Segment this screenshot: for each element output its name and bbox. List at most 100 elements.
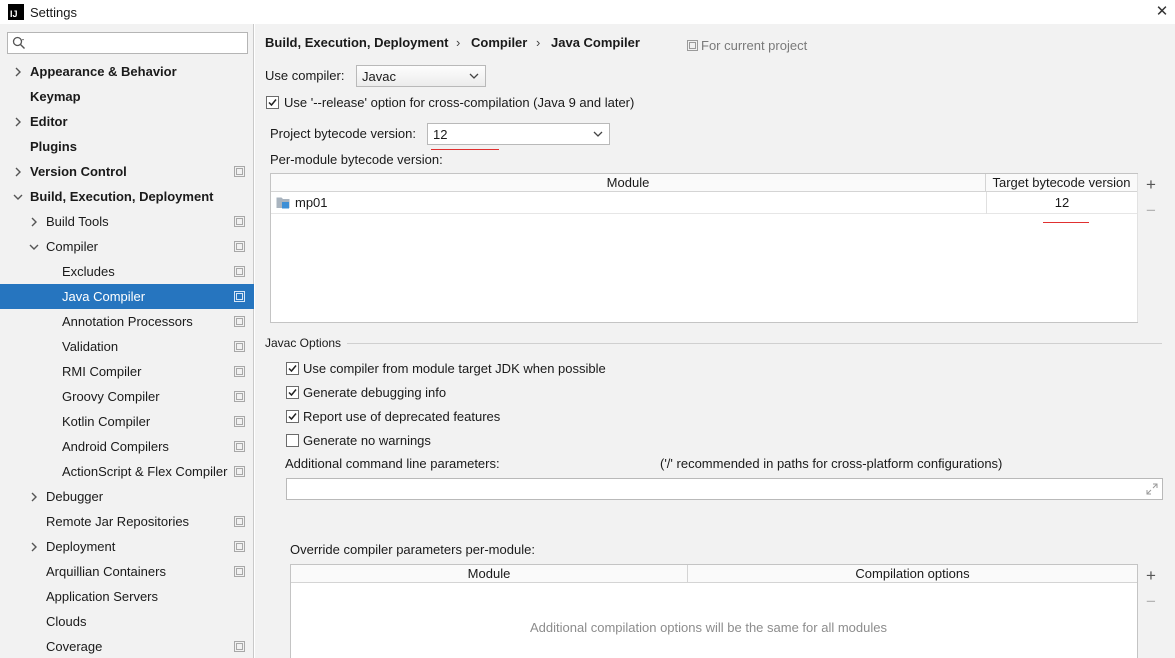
sidebar-item-arquillian-containers[interactable]: Arquillian Containers: [0, 559, 254, 584]
sidebar-item-editor[interactable]: Editor: [0, 109, 254, 134]
report-use-of-deprecated-features-checkbox[interactable]: [286, 410, 299, 423]
sidebar-item-label: RMI Compiler: [62, 364, 142, 379]
chevron-down-icon: [593, 131, 603, 137]
sidebar-item-kotlin-compiler[interactable]: Kotlin Compiler: [0, 409, 254, 434]
report-use-of-deprecated-features-label: Report use of deprecated features: [303, 409, 501, 424]
expand-icon[interactable]: [1146, 483, 1158, 495]
project-scope-icon: [234, 341, 245, 352]
column-header-target-bytecode[interactable]: Target bytecode version: [986, 174, 1137, 192]
sidebar-item-version-control[interactable]: Version Control: [0, 159, 254, 184]
use-compiler-dropdown[interactable]: Javac: [356, 65, 486, 87]
sidebar-item-label: Annotation Processors: [62, 314, 193, 329]
add-module-bytecode-button[interactable]: +: [1140, 175, 1162, 195]
close-icon[interactable]: ✕: [1153, 2, 1171, 20]
sidebar-item-actionscript-flex-compiler[interactable]: ActionScript & Flex Compiler: [0, 459, 254, 484]
annotation-underline: [1043, 222, 1089, 223]
generate-debugging-info-label: Generate debugging info: [303, 385, 447, 400]
generate-debugging-info-checkbox[interactable]: [286, 386, 299, 399]
project-scope-icon: [234, 641, 245, 652]
sidebar-item-compiler[interactable]: Compiler: [0, 234, 254, 259]
project-scope-icon: [234, 241, 245, 252]
breadcrumb-compiler[interactable]: Compiler: [471, 35, 527, 50]
sidebar-item-validation[interactable]: Validation: [0, 334, 254, 359]
release-option-checkbox[interactable]: [266, 96, 279, 109]
breadcrumb-build-execution-deployment[interactable]: Build, Execution, Deployment: [265, 35, 448, 50]
sidebar-item-annotation-processors[interactable]: Annotation Processors: [0, 309, 254, 334]
project-bytecode-dropdown[interactable]: 12: [427, 123, 610, 145]
project-scope-icon: [234, 291, 245, 302]
chevron-right-icon[interactable]: [13, 67, 23, 77]
remove-module-bytecode-button[interactable]: −: [1140, 201, 1162, 221]
sidebar-item-label: Kotlin Compiler: [62, 414, 151, 429]
sidebar-item-application-servers[interactable]: Application Servers: [0, 584, 254, 609]
add-override-button[interactable]: +: [1140, 566, 1162, 586]
chevron-down-icon[interactable]: [13, 192, 23, 202]
sidebar-item-android-compilers[interactable]: Android Compilers: [0, 434, 254, 459]
sidebar-item-deployment[interactable]: Deployment: [0, 534, 254, 559]
additional-params-input[interactable]: [291, 481, 1131, 497]
target-bytecode-cell[interactable]: 12: [986, 192, 1137, 214]
column-header-module[interactable]: Module: [291, 565, 688, 583]
sidebar-item-keymap[interactable]: Keymap: [0, 84, 254, 109]
chevron-right-icon[interactable]: [13, 167, 23, 177]
settings-search-input[interactable]: [32, 35, 242, 51]
sidebar-item-build-execution-deployment[interactable]: Build, Execution, Deployment: [0, 184, 254, 209]
column-header-compilation-options[interactable]: Compilation options: [688, 565, 1137, 583]
checkmark-icon: [288, 413, 297, 421]
use-compiler-from-module-target-jdk-when-possible-label: Use compiler from module target JDK when…: [303, 361, 606, 376]
search-icon: [12, 36, 25, 49]
override-params-table: Module Compilation options Additional co…: [290, 564, 1138, 658]
generate-no-warnings-label: Generate no warnings: [303, 433, 431, 448]
project-scope-icon: [234, 566, 245, 577]
annotation-underline: [431, 149, 499, 150]
sidebar-item-label: Appearance & Behavior: [30, 64, 177, 79]
sidebar-item-build-tools[interactable]: Build Tools: [0, 209, 254, 234]
use-compiler-from-module-target-jdk-when-possible-checkbox[interactable]: [286, 362, 299, 375]
chevron-right-icon[interactable]: [29, 492, 39, 502]
sidebar-item-label: Excludes: [62, 264, 115, 279]
per-module-bytecode-label: Per-module bytecode version:: [270, 152, 443, 167]
sidebar-item-excludes[interactable]: Excludes: [0, 259, 254, 284]
sidebar-item-plugins[interactable]: Plugins: [0, 134, 254, 159]
project-bytecode-value: 12: [433, 127, 448, 142]
table-header: Module Compilation options: [291, 565, 1137, 583]
sidebar-item-java-compiler[interactable]: Java Compiler: [0, 284, 254, 309]
project-scope-icon: [234, 441, 245, 452]
checkmark-icon: [288, 365, 297, 373]
per-module-bytecode-table: Module Target bytecode version mp01 12: [270, 173, 1138, 323]
additional-params-field[interactable]: [286, 478, 1163, 500]
chevron-right-icon[interactable]: [29, 542, 39, 552]
sidebar-item-appearance-behavior[interactable]: Appearance & Behavior: [0, 59, 254, 84]
sidebar-item-remote-jar-repositories[interactable]: Remote Jar Repositories: [0, 509, 254, 534]
sidebar-item-debugger[interactable]: Debugger: [0, 484, 254, 509]
title-bar: IJ Settings ✕: [0, 0, 1175, 24]
project-scope-icon: [687, 40, 698, 51]
chevron-right-icon[interactable]: [13, 117, 23, 127]
release-option-label: Use '--release' option for cross-compila…: [284, 95, 635, 110]
sidebar-item-rmi-compiler[interactable]: RMI Compiler: [0, 359, 254, 384]
breadcrumb-java-compiler: Java Compiler: [551, 35, 640, 50]
sidebar-item-clouds[interactable]: Clouds: [0, 609, 254, 634]
project-scope-icon: [234, 516, 245, 527]
table-row[interactable]: mp01 12: [271, 192, 1137, 214]
chevron-down-icon[interactable]: [29, 242, 39, 252]
sidebar-item-label: Keymap: [30, 89, 81, 104]
settings-sidebar: Appearance & Behavior Keymap Editor Plugins…: [0, 24, 254, 658]
sidebar-item-label: Plugins: [30, 139, 77, 154]
settings-search-box[interactable]: [7, 32, 248, 54]
chevron-right-icon[interactable]: [29, 217, 39, 227]
column-header-module[interactable]: Module: [271, 174, 986, 192]
sidebar-item-label: Deployment: [46, 539, 116, 554]
project-scope-icon: [234, 466, 245, 477]
checkmark-icon: [288, 389, 297, 397]
additional-params-hint: ('/' recommended in paths for cross-plat…: [660, 456, 1003, 471]
sidebar-item-label: Version Control: [30, 164, 127, 179]
project-scope-icon: [234, 391, 245, 402]
sidebar-item-label: Java Compiler: [62, 289, 146, 304]
sidebar-item-coverage[interactable]: Coverage: [0, 634, 254, 658]
breadcrumb-separator: ›: [536, 35, 541, 50]
generate-no-warnings-checkbox[interactable]: [286, 434, 299, 447]
sidebar-item-groovy-compiler[interactable]: Groovy Compiler: [0, 384, 254, 409]
remove-override-button[interactable]: −: [1140, 592, 1162, 612]
module-name-cell: mp01: [295, 195, 328, 210]
